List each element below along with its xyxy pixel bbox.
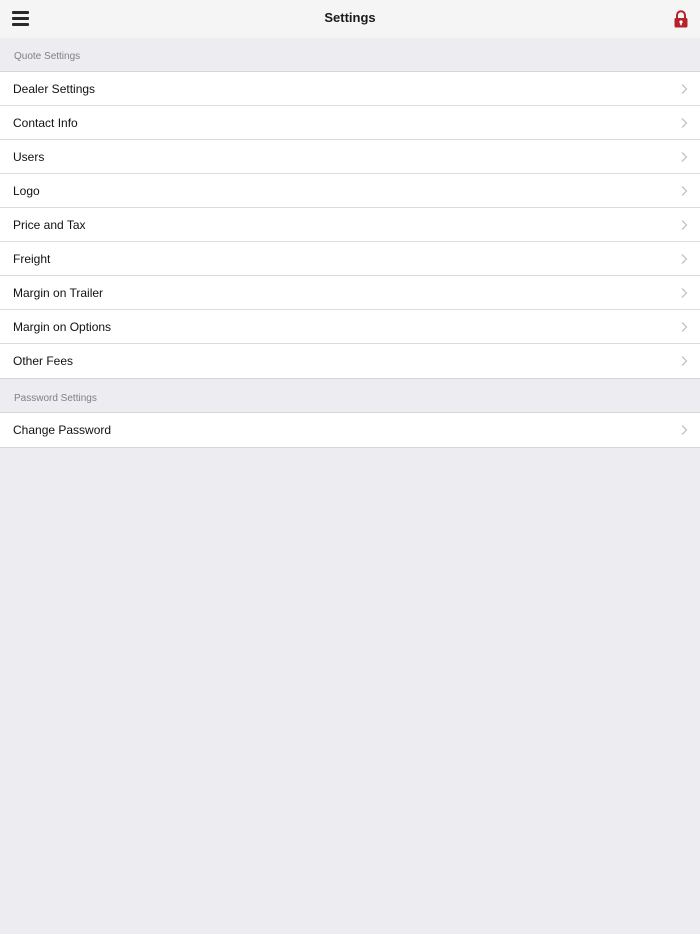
section-header-quote-settings: Quote Settings: [14, 51, 81, 62]
chevron-right-icon: [681, 288, 688, 298]
chevron-right-icon: [681, 254, 688, 264]
row-label: Freight: [13, 252, 51, 266]
lock-icon-graphic: [674, 10, 688, 28]
section-header-password-settings: Password Settings: [14, 393, 97, 404]
chevron-right-icon: [681, 186, 688, 196]
row-freight[interactable]: Freight: [0, 242, 700, 276]
chevron-right-icon: [681, 322, 688, 332]
row-label: Users: [13, 150, 45, 164]
lock-icon[interactable]: [673, 10, 689, 28]
row-margin-on-trailer[interactable]: Margin on Trailer: [0, 276, 700, 310]
row-change-password[interactable]: Change Password: [0, 413, 700, 447]
row-price-and-tax[interactable]: Price and Tax: [0, 208, 700, 242]
row-label: Price and Tax: [13, 218, 86, 232]
row-label: Margin on Options: [13, 320, 112, 334]
row-margin-on-options[interactable]: Margin on Options: [0, 310, 700, 344]
chevron-right-icon: [681, 220, 688, 230]
row-label: Other Fees: [13, 354, 74, 368]
nav-bar: Settings: [0, 0, 700, 38]
row-contact-info[interactable]: Contact Info: [0, 106, 700, 140]
row-users[interactable]: Users: [0, 140, 700, 174]
chevron-right-icon: [681, 425, 688, 435]
chevron-right-icon: [681, 152, 688, 162]
row-label: Dealer Settings: [13, 82, 96, 96]
row-label: Contact Info: [13, 116, 78, 130]
quote-settings-group: Dealer Settings Contact Info Users Logo …: [0, 71, 700, 379]
page-title: Settings: [324, 10, 376, 25]
row-logo[interactable]: Logo: [0, 174, 700, 208]
password-settings-group: Change Password: [0, 412, 700, 448]
chevron-right-icon: [681, 356, 688, 366]
chevron-right-icon: [681, 84, 688, 94]
row-label: Change Password: [13, 423, 112, 437]
row-dealer-settings[interactable]: Dealer Settings: [0, 72, 700, 106]
chevron-right-icon: [681, 118, 688, 128]
row-label: Margin on Trailer: [13, 286, 104, 300]
row-label: Logo: [13, 184, 40, 198]
row-other-fees[interactable]: Other Fees: [0, 344, 700, 378]
